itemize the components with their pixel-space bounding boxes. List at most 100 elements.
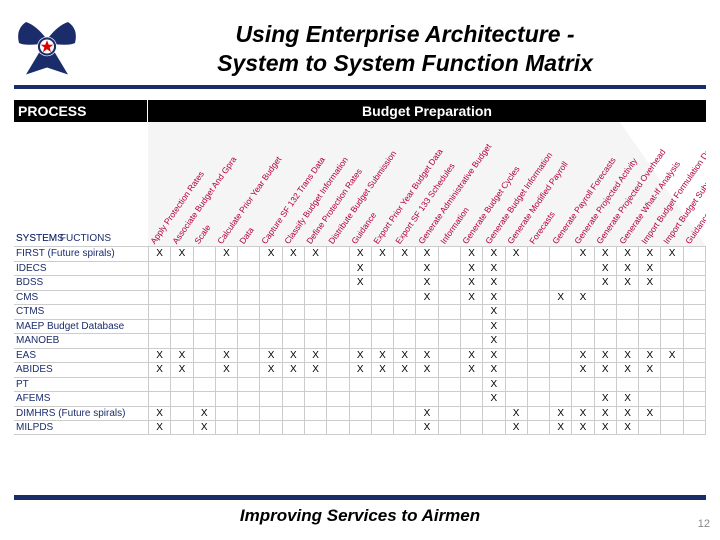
row-cells: XXXXX — [148, 291, 706, 305]
table-row: AFEMSXXX — [14, 391, 706, 406]
matrix-cell: X — [638, 407, 660, 421]
row-cells: X — [148, 305, 706, 319]
matrix-cell — [660, 262, 682, 276]
matrix-cell: X — [148, 421, 170, 434]
matrix-cell — [616, 378, 638, 392]
matrix-cell: X — [259, 349, 281, 363]
system-name: FIRST (Future spirals) — [14, 247, 148, 261]
matrix-cell: X — [638, 276, 660, 290]
matrix-cell: X — [549, 407, 571, 421]
matrix-cell — [415, 392, 437, 406]
matrix-cell — [616, 291, 638, 305]
matrix-cell — [148, 262, 170, 276]
matrix-cell — [282, 407, 304, 421]
matrix-cell — [549, 262, 571, 276]
matrix-cell — [505, 349, 527, 363]
matrix-cell — [215, 305, 237, 319]
matrix-cell — [326, 320, 348, 334]
matrix-cell — [505, 305, 527, 319]
matrix-cell: X — [415, 363, 437, 377]
matrix-cell: X — [170, 247, 192, 261]
matrix-cell — [438, 392, 460, 406]
matrix-cell — [326, 363, 348, 377]
matrix-cell — [549, 392, 571, 406]
matrix-cell: X — [170, 363, 192, 377]
matrix-cell — [460, 305, 482, 319]
matrix-cell — [594, 320, 616, 334]
matrix-cell: X — [616, 349, 638, 363]
matrix-cell — [326, 276, 348, 290]
matrix-cell: X — [415, 276, 437, 290]
matrix-cell: X — [482, 349, 504, 363]
matrix-cell — [215, 421, 237, 434]
matrix-cell — [282, 378, 304, 392]
matrix-cell: X — [282, 363, 304, 377]
matrix-cell — [193, 262, 215, 276]
matrix-cell — [282, 276, 304, 290]
matrix-cell — [638, 421, 660, 434]
matrix-cell — [371, 276, 393, 290]
matrix-cell — [349, 378, 371, 392]
matrix-cell — [460, 378, 482, 392]
matrix-cell: X — [594, 363, 616, 377]
matrix-cell — [170, 407, 192, 421]
matrix-cell — [371, 421, 393, 434]
matrix-cell — [460, 334, 482, 348]
matrix-cell — [326, 334, 348, 348]
matrix-cell — [259, 334, 281, 348]
matrix-cell — [237, 291, 259, 305]
matrix-cell — [527, 363, 549, 377]
matrix-cell: X — [505, 247, 527, 261]
matrix-cell — [571, 320, 593, 334]
matrix-cell — [237, 378, 259, 392]
matrix-cell — [660, 334, 682, 348]
matrix-cell — [304, 334, 326, 348]
matrix-cell: X — [148, 363, 170, 377]
matrix-cell — [571, 392, 593, 406]
row-cells: XXXXXXX — [148, 262, 706, 276]
matrix-cell — [393, 291, 415, 305]
matrix-cell — [237, 247, 259, 261]
matrix-cell — [170, 334, 192, 348]
matrix-cell — [638, 320, 660, 334]
table-row: IDECSXXXXXXX — [14, 261, 706, 276]
matrix-cell — [527, 291, 549, 305]
matrix-cell: X — [594, 247, 616, 261]
matrix-cell — [170, 392, 192, 406]
matrix-cell — [282, 392, 304, 406]
matrix-cell: X — [549, 421, 571, 434]
matrix-cell — [193, 334, 215, 348]
matrix-cell — [304, 291, 326, 305]
matrix-cell — [683, 291, 706, 305]
matrix-cell: X — [393, 363, 415, 377]
matrix-cell — [193, 392, 215, 406]
matrix-cell — [616, 334, 638, 348]
matrix-cell — [193, 291, 215, 305]
matrix-cell: X — [660, 247, 682, 261]
matrix-cell: X — [415, 421, 437, 434]
matrix-cell: X — [349, 262, 371, 276]
matrix-cell — [371, 320, 393, 334]
matrix-cell — [170, 378, 192, 392]
matrix-cell — [660, 421, 682, 434]
matrix-cell — [304, 378, 326, 392]
matrix-cell — [660, 305, 682, 319]
matrix-cell — [638, 291, 660, 305]
row-cells: XXXXXXXXXXXXXXXXX — [148, 349, 706, 363]
matrix-cell: X — [415, 291, 437, 305]
matrix-cell — [549, 276, 571, 290]
matrix-cell — [683, 407, 706, 421]
matrix-cell — [215, 392, 237, 406]
matrix-cell — [237, 421, 259, 434]
matrix-cell — [371, 262, 393, 276]
matrix-cell — [148, 320, 170, 334]
matrix-cell — [549, 334, 571, 348]
system-name: MILPDS — [14, 421, 148, 434]
matrix-cell — [415, 378, 437, 392]
matrix-cell — [349, 305, 371, 319]
table-row: FIRST (Future spirals)XXXXXXXXXXXXXXXXXX — [14, 246, 706, 261]
matrix-cell: X — [415, 407, 437, 421]
matrix-cell — [371, 305, 393, 319]
matrix-cell: X — [415, 247, 437, 261]
matrix-cell — [371, 392, 393, 406]
